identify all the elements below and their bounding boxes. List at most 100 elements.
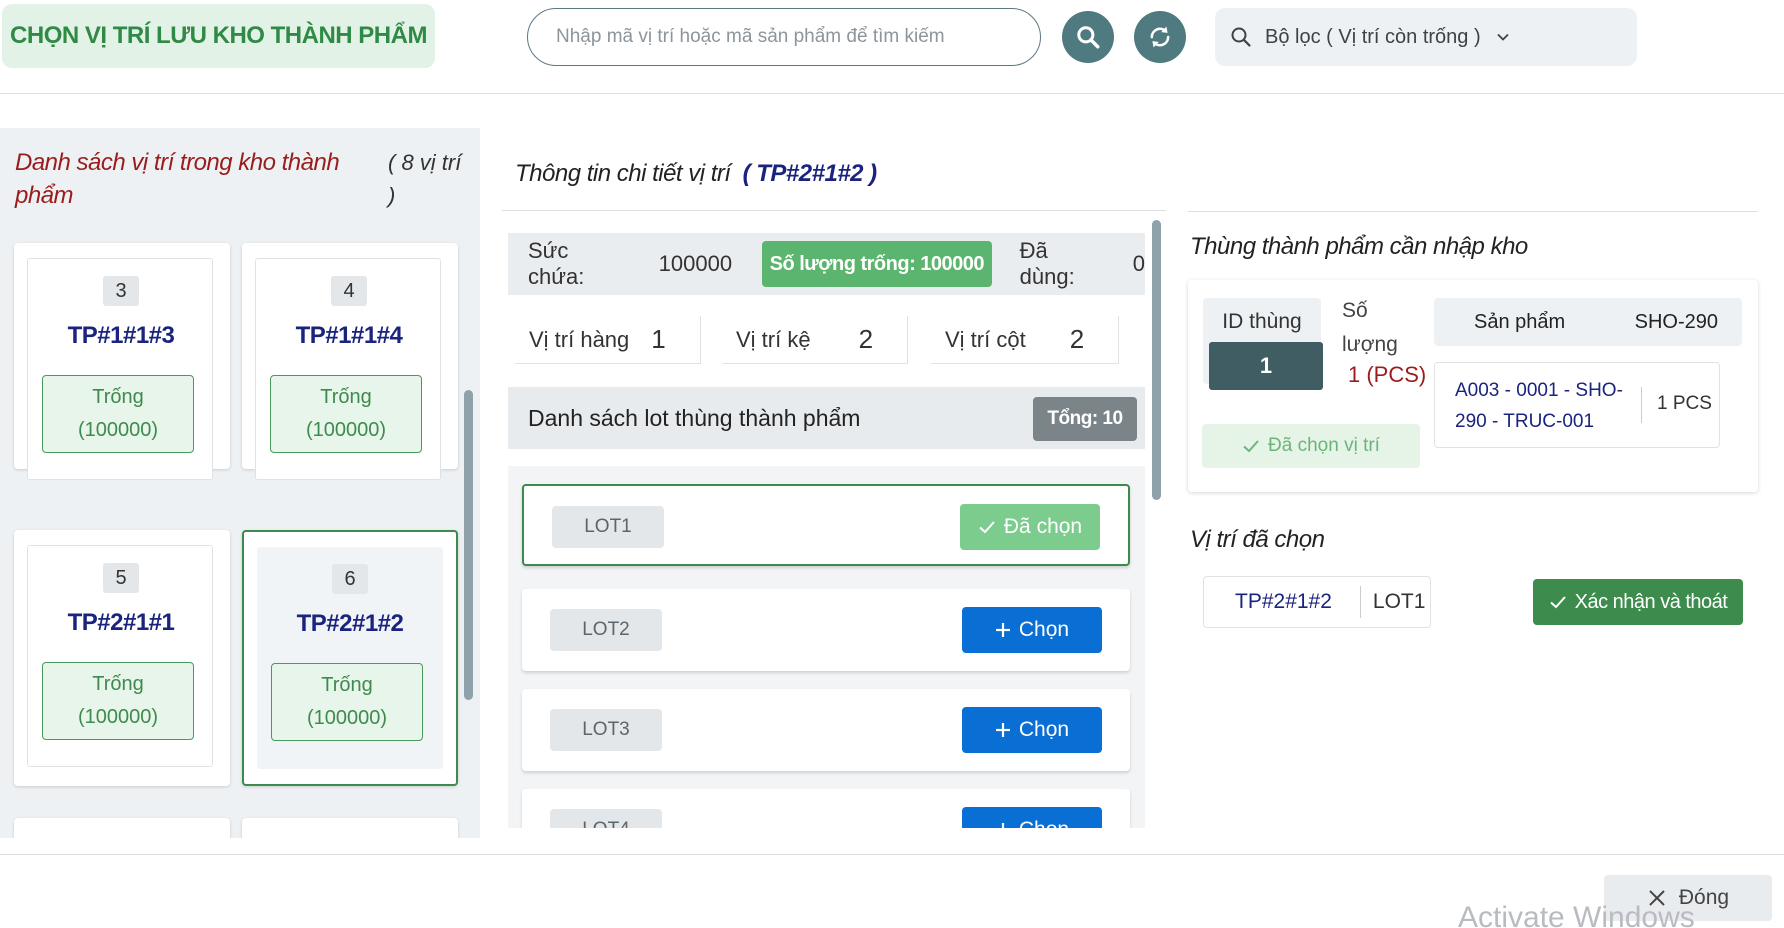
lot-name: LOT2 bbox=[550, 609, 662, 651]
refresh-icon bbox=[1150, 26, 1170, 48]
lot-name: LOT4 bbox=[550, 809, 662, 828]
confirm-exit-label: Xác nhận và thoát bbox=[1574, 590, 1728, 613]
box-id-label: ID thùng bbox=[1222, 310, 1302, 333]
box-title: Thùng thành phẩm cần nhập kho bbox=[1190, 233, 1528, 260]
lot-list: LOT1 Đã chọn LOT2 Chọn LOT3 Chọn LOT4 bbox=[508, 466, 1145, 828]
used-label: Đã dùng: bbox=[1019, 238, 1075, 289]
divider bbox=[502, 210, 1166, 211]
product-quantity: 1 PCS bbox=[1657, 393, 1712, 414]
product-model: SHO-290 bbox=[1634, 310, 1718, 333]
quantity-value: 1 (PCS) bbox=[1348, 362, 1427, 387]
location-code: TP#2#1#2 bbox=[296, 610, 404, 637]
chosen-button[interactable]: Đã chọn bbox=[960, 504, 1100, 550]
location-status: Trống bbox=[321, 674, 373, 696]
location-index: 4 bbox=[331, 276, 367, 306]
choose-button[interactable]: Chọn bbox=[962, 607, 1102, 653]
location-card-selected[interactable]: 6 TP#2#1#2 Trống (100000) bbox=[242, 530, 458, 786]
search-button[interactable] bbox=[1062, 11, 1114, 63]
choose-button-label: Chọn bbox=[1019, 818, 1069, 828]
detail-title: Thông tin chi tiết vị trí ( TP#2#1#2 ) bbox=[515, 160, 877, 188]
shelf-position: Vị trí kệ 2 bbox=[722, 316, 908, 364]
location-card[interactable]: 5 TP#2#1#1 Trống (100000) bbox=[14, 530, 230, 786]
lot-row-selected[interactable]: LOT1 Đã chọn bbox=[522, 484, 1130, 566]
product-code: A003 - 0001 - SHO-290 - TRUC-001 bbox=[1455, 380, 1623, 432]
location-status: Trống bbox=[320, 386, 372, 408]
divider bbox=[1359, 586, 1361, 618]
row-position-value: 1 bbox=[651, 324, 666, 354]
check-icon bbox=[1243, 440, 1259, 453]
chosen-button-label: Đã chọn bbox=[1003, 515, 1083, 538]
quantity-label: Số lượng bbox=[1342, 299, 1398, 356]
lot-row[interactable]: LOT2 Chọn bbox=[522, 589, 1130, 671]
check-icon bbox=[979, 521, 995, 534]
location-card-inner: 3 TP#1#1#3 Trống (100000) bbox=[27, 258, 213, 480]
location-status-badge: Trống (100000) bbox=[270, 375, 422, 453]
location-status-badge: Trống (100000) bbox=[42, 662, 194, 740]
page: CHỌN VỊ TRÍ LƯU KHO THÀNH PHẨM Bộ lọc ( … bbox=[0, 0, 1784, 928]
header: CHỌN VỊ TRÍ LƯU KHO THÀNH PHẨM Bộ lọc ( … bbox=[0, 0, 1784, 94]
lot-name: LOT1 bbox=[552, 506, 664, 548]
choose-button-label: Chọn bbox=[1018, 718, 1070, 741]
location-card[interactable] bbox=[242, 818, 458, 838]
detail-title-label: Thông tin chi tiết vị trí bbox=[515, 160, 731, 187]
plus-icon bbox=[1001, 823, 1004, 828]
capacity-row: Sức chứa: 100000 Số lượng trống: 100000 … bbox=[508, 233, 1145, 295]
lot-list-title: Danh sách lot thùng thành phẩm bbox=[528, 404, 861, 431]
lot-row[interactable]: LOT3 Chọn bbox=[522, 689, 1130, 771]
location-index: 6 bbox=[332, 564, 368, 594]
location-capacity: (100000) bbox=[305, 419, 387, 441]
location-card[interactable]: 4 TP#1#1#4 Trống (100000) bbox=[242, 243, 458, 480]
location-list-scrollbar[interactable] bbox=[464, 390, 473, 700]
refresh-button[interactable] bbox=[1134, 11, 1186, 63]
shelf-position-label: Vị trí kệ bbox=[736, 326, 811, 352]
choose-button[interactable]: Chọn bbox=[962, 807, 1102, 828]
page-title: CHỌN VỊ TRÍ LƯU KHO THÀNH PHẨM bbox=[2, 4, 435, 68]
filter-dropdown[interactable]: Bộ lọc ( Vị trí còn trống ) bbox=[1215, 8, 1637, 66]
confirm-exit-button[interactable]: Xác nhận và thoát bbox=[1533, 579, 1743, 625]
product-header: Sản phẩm SHO-290 bbox=[1434, 298, 1742, 346]
plus-icon bbox=[995, 623, 1010, 637]
footer: Đóng Activate Windows bbox=[0, 854, 1784, 928]
used-value: 0 bbox=[1132, 251, 1145, 276]
product-row: A003 - 0001 - SHO-290 - TRUC-001 1 PCS bbox=[1434, 362, 1720, 448]
selected-lot: LOT1 bbox=[1372, 590, 1426, 613]
location-index: 5 bbox=[103, 563, 139, 593]
choose-button-label: Chọn bbox=[1018, 618, 1070, 641]
search-input[interactable] bbox=[556, 26, 1040, 48]
search-box[interactable] bbox=[527, 8, 1041, 66]
lot-total-badge: Tổng: 10 bbox=[1033, 397, 1137, 441]
check-icon bbox=[1549, 596, 1566, 609]
location-code: TP#2#1#1 bbox=[67, 609, 175, 636]
location-card-inner: 4 TP#1#1#4 Trống (100000) bbox=[255, 258, 441, 480]
divider bbox=[1188, 211, 1758, 212]
location-count: ( 8 vị trí ) bbox=[388, 150, 462, 208]
lot-row[interactable]: LOT4 Chọn bbox=[522, 789, 1130, 828]
free-quantity-badge: Số lượng trống: 100000 bbox=[762, 241, 992, 287]
capacity-label: Sức chứa: bbox=[528, 238, 585, 289]
box-card: ID thùng 1 Số lượng 1 (PCS) Đã chọn vị t… bbox=[1188, 280, 1758, 492]
selected-location-chip: TP#2#1#2 LOT1 bbox=[1203, 576, 1431, 628]
box-id-value: 1 bbox=[1209, 342, 1323, 390]
lot-list-header: Danh sách lot thùng thành phẩm Tổng: 10 bbox=[508, 387, 1145, 449]
location-code: TP#1#1#4 bbox=[295, 322, 403, 349]
windows-watermark: Activate Windows bbox=[1458, 901, 1695, 928]
location-capacity: (100000) bbox=[306, 707, 388, 729]
row-position: Vị trí hàng 1 bbox=[515, 316, 701, 364]
location-card[interactable]: 3 TP#1#1#3 Trống (100000) bbox=[14, 243, 230, 480]
location-code: TP#1#1#3 bbox=[67, 322, 175, 349]
location-card[interactable] bbox=[14, 818, 230, 838]
divider bbox=[1641, 387, 1642, 423]
choose-button[interactable]: Chọn bbox=[962, 707, 1102, 753]
filter-label: Bộ lọc ( Vị trí còn trống ) bbox=[1265, 25, 1481, 48]
location-card-inner: 6 TP#2#1#2 Trống (100000) bbox=[257, 547, 443, 769]
location-list-panel: Danh sách vị trí trong kho thành phẩm ( … bbox=[0, 128, 480, 838]
shelf-position-value: 2 bbox=[858, 324, 874, 354]
detail-scrollbar[interactable] bbox=[1152, 220, 1161, 500]
location-chosen-badge: Đã chọn vị trí bbox=[1202, 424, 1420, 468]
chevron-down-icon bbox=[1497, 33, 1509, 41]
location-capacity: (100000) bbox=[77, 419, 159, 441]
location-status: Trống bbox=[92, 386, 144, 408]
product-label: Sản phẩm bbox=[1474, 310, 1566, 333]
column-position: Vị trí cột 2 bbox=[931, 316, 1119, 364]
column-position-label: Vị trí cột bbox=[945, 326, 1026, 352]
